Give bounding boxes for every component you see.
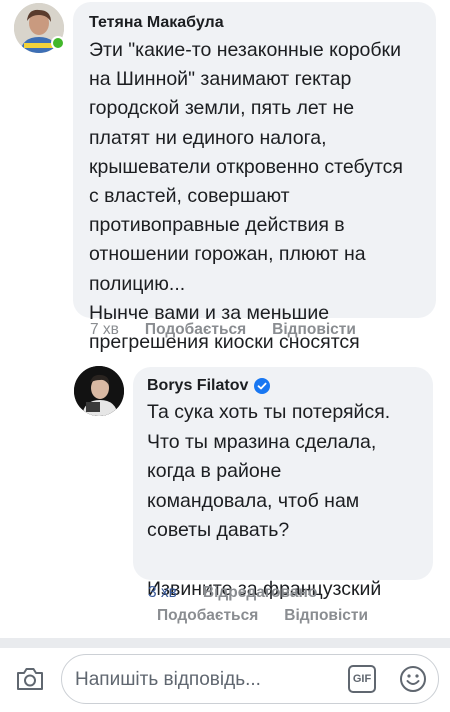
- comment-actions: 7 хв Подобається Відповісти: [90, 321, 356, 339]
- reply-input[interactable]: Напишіть відповідь... GIF: [61, 654, 439, 704]
- comment-meta: 3 хв Відредаговано: [148, 584, 317, 602]
- comment-timestamp[interactable]: 7 хв: [90, 321, 119, 339]
- reply-bubble: Borys Filatov Та сука хоть ты потеряйся.…: [133, 367, 433, 600]
- like-button[interactable]: Подобається: [145, 321, 246, 339]
- comment-actions: Подобається Відповісти: [157, 607, 368, 625]
- reply-button[interactable]: Відповісти: [284, 607, 368, 625]
- like-button[interactable]: Подобається: [157, 607, 258, 625]
- comment-bubble: Тетяна Макабула Эти "какие-то незаконные…: [73, 2, 436, 353]
- author-name[interactable]: Borys Filatov: [147, 377, 248, 395]
- online-status-indicator: [51, 36, 65, 50]
- gif-icon[interactable]: GIF: [348, 665, 376, 693]
- comment-author[interactable]: Тетяна Макабула: [89, 14, 420, 32]
- camera-icon[interactable]: [15, 666, 45, 697]
- reply-button[interactable]: Відповісти: [272, 321, 356, 339]
- comment-author[interactable]: Borys Filatov: [147, 377, 419, 395]
- smile-icon[interactable]: [398, 664, 428, 699]
- avatar-borys[interactable]: [74, 366, 124, 416]
- verified-badge-icon: [254, 378, 271, 394]
- comment-timestamp[interactable]: 3 хв: [148, 584, 177, 602]
- edited-label[interactable]: Відредаговано: [203, 584, 317, 602]
- reply-input-placeholder: Напишіть відповідь...: [75, 669, 261, 690]
- reply-composer: Напишіть відповідь... GIF: [0, 648, 450, 712]
- divider: [0, 638, 450, 648]
- comment-text: Эти "какие-то незаконные коробки на Шинн…: [89, 39, 403, 354]
- comment-text: Та сука хоть ты потеряйся. Что ты мразин…: [147, 401, 391, 600]
